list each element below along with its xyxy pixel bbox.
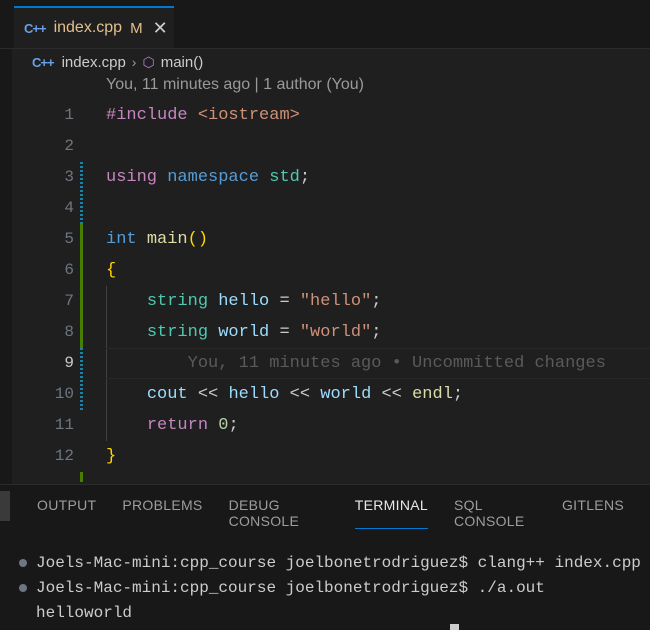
line-number: 12 xyxy=(54,447,74,465)
terminal-text: Joels-Mac-mini:cpp_course joelbonetrodri… xyxy=(36,554,641,572)
code-line[interactable]: #include <iostream> xyxy=(106,100,300,131)
code-line[interactable]: string world = "world"; xyxy=(106,317,382,348)
line-number: 3 xyxy=(64,168,74,186)
panel-tabs: OUTPUT PROBLEMS DEBUG CONSOLE TERMINAL S… xyxy=(37,497,650,529)
line-number: 8 xyxy=(64,323,74,341)
editor-tab-bar: C++ index.cpp M ✕ xyxy=(0,0,650,49)
tab-problems[interactable]: PROBLEMS xyxy=(122,497,202,529)
line-number: 7 xyxy=(64,292,74,310)
terminal[interactable]: Joels-Mac-mini:cpp_course joelbonetrodri… xyxy=(19,551,641,626)
token: #include xyxy=(106,106,188,125)
token: cout xyxy=(146,385,188,404)
token: << xyxy=(371,385,413,404)
blame-text: You, 11 minutes ago • Uncommitted change… xyxy=(187,354,606,373)
code-line[interactable]: cout << hello << world << endl; xyxy=(106,379,463,410)
token: endl xyxy=(412,385,453,404)
code-editor[interactable]: 1 #include <iostream> 2 3 using namespac… xyxy=(12,100,650,482)
terminal-line: helloworld xyxy=(20,601,641,626)
terminal-line: Joels-Mac-mini:cpp_course joelbonetrodri… xyxy=(19,576,641,601)
line-number: 11 xyxy=(54,416,74,434)
line-number: 10 xyxy=(54,385,74,403)
terminal-text: Joels-Mac-mini:cpp_course joelbonetrodri… xyxy=(36,579,545,597)
cpp-file-icon: C++ xyxy=(32,54,55,70)
token: ; xyxy=(452,385,464,404)
token: using xyxy=(106,168,158,187)
token: hello xyxy=(218,292,270,311)
token: ; xyxy=(299,168,311,187)
command-decoration-icon[interactable] xyxy=(19,584,27,592)
token: std xyxy=(269,168,300,187)
tab-output[interactable]: OUTPUT xyxy=(37,497,96,529)
breadcrumb: C++ index.cpp › ⬡ main() xyxy=(32,50,203,74)
code-line[interactable]: } xyxy=(106,441,116,472)
method-symbol-icon: ⬡ xyxy=(142,53,155,70)
token: () xyxy=(187,230,209,249)
terminal-line: Joels-Mac-mini:cpp_course joelbonetrodri… xyxy=(19,551,641,576)
token: = xyxy=(269,292,300,311)
token: "world" xyxy=(299,323,372,342)
token: << xyxy=(279,385,321,404)
token: string xyxy=(146,323,209,342)
terminal-text: helloworld xyxy=(36,604,133,622)
token: namespace xyxy=(167,168,260,187)
token: ; xyxy=(228,416,239,435)
token: main xyxy=(146,230,188,249)
tab-gitlens[interactable]: GITLENS xyxy=(562,497,624,529)
code-line[interactable]: int main() xyxy=(106,224,208,255)
codelens-blame[interactable]: You, 11 minutes ago | 1 author (You) xyxy=(106,76,364,94)
token: world xyxy=(218,323,270,342)
tab-debug-console[interactable]: DEBUG CONSOLE xyxy=(229,497,329,529)
breadcrumb-file[interactable]: index.cpp xyxy=(62,54,126,71)
tab-terminal[interactable]: TERMINAL xyxy=(354,497,428,529)
close-icon[interactable]: ✕ xyxy=(153,18,168,39)
inline-blame: You, 11 minutes ago • Uncommitted change… xyxy=(106,348,606,379)
cpp-file-icon: C++ xyxy=(24,20,47,36)
line-number: 1 xyxy=(64,106,74,124)
bottom-panel: OUTPUT PROBLEMS DEBUG CONSOLE TERMINAL S… xyxy=(0,484,650,630)
code-line[interactable]: { xyxy=(106,255,116,286)
code-line[interactable]: string hello = "hello"; xyxy=(106,286,382,317)
token: <iostream> xyxy=(187,106,300,125)
token: ; xyxy=(371,292,382,311)
command-decoration-icon[interactable] xyxy=(19,559,27,567)
gutter-added-marker xyxy=(80,472,83,482)
token: world xyxy=(320,385,372,404)
breadcrumb-symbol[interactable]: main() xyxy=(161,54,204,71)
code-line[interactable]: return 0; xyxy=(106,410,239,441)
line-number: 5 xyxy=(64,230,74,248)
line-number: 6 xyxy=(64,261,74,279)
code-line[interactable]: using namespace std; xyxy=(106,162,310,193)
token: ; xyxy=(371,323,382,342)
token: = xyxy=(269,323,300,342)
line-number: 4 xyxy=(64,199,74,217)
token: << xyxy=(187,385,229,404)
chevron-right-icon: › xyxy=(131,54,137,70)
line-number: 9 xyxy=(64,354,74,372)
tab-index-cpp[interactable]: C++ index.cpp M ✕ xyxy=(14,6,174,48)
token: "hello" xyxy=(299,292,372,311)
modified-badge: M xyxy=(130,19,143,37)
token: int xyxy=(106,230,137,249)
line-number: 2 xyxy=(64,137,74,155)
tab-label: index.cpp xyxy=(53,19,123,36)
token: hello xyxy=(228,385,280,404)
token: return xyxy=(146,416,209,435)
terminal-cursor xyxy=(450,624,459,630)
panel-edge xyxy=(0,491,10,521)
token: string xyxy=(146,292,209,311)
tab-sql-console[interactable]: SQL CONSOLE xyxy=(454,497,536,529)
token: 0 xyxy=(218,416,229,435)
